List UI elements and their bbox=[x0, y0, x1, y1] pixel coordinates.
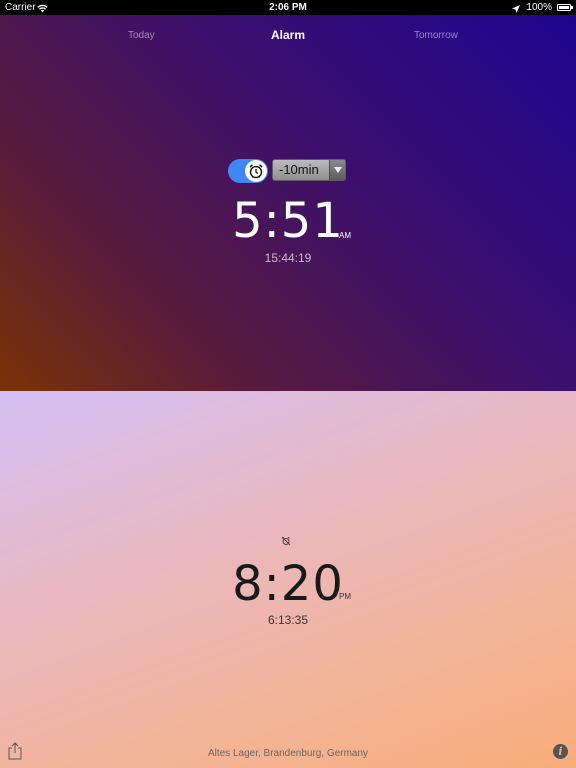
battery-percentage: 100% bbox=[526, 2, 552, 13]
alarm-off-icon bbox=[281, 533, 291, 551]
second-countdown: 6:13:35 bbox=[267, 613, 309, 627]
location-label: Altes Lager, Brandenburg, Germany bbox=[207, 748, 369, 759]
alarm-ampm: AM bbox=[339, 231, 351, 240]
offset-value: -10min bbox=[279, 162, 319, 177]
alarm-countdown: 15:44:19 bbox=[264, 251, 312, 265]
alarm-panel: Today Alarm Tomorrow -10min 5:51 AM 15:4… bbox=[0, 15, 576, 391]
status-bar: Carrier 2:06 PM 100% bbox=[0, 0, 576, 15]
tab-alarm[interactable]: Alarm bbox=[271, 28, 305, 42]
second-panel: 8:20 PM 6:13:35 Altes Lager, Brandenburg… bbox=[0, 391, 576, 768]
tab-tomorrow[interactable]: Tomorrow bbox=[414, 30, 458, 41]
tab-alarm-container: Alarm bbox=[0, 28, 576, 42]
alarm-clock-icon bbox=[245, 160, 267, 182]
second-ampm: PM bbox=[339, 592, 351, 601]
day-tabs: Today Alarm Tomorrow bbox=[0, 28, 576, 48]
alarm-time: 5:51 bbox=[232, 193, 344, 249]
alarm-toggle[interactable] bbox=[228, 159, 268, 183]
battery-icon bbox=[557, 4, 573, 11]
dropdown-arrow-icon bbox=[329, 160, 345, 180]
offset-dropdown[interactable]: -10min bbox=[272, 159, 346, 181]
info-icon[interactable]: i bbox=[553, 744, 568, 759]
second-time: 8:20 bbox=[232, 556, 344, 612]
tab-today[interactable]: Today bbox=[128, 30, 155, 41]
status-time: 2:06 PM bbox=[269, 2, 307, 13]
footer: Altes Lager, Brandenburg, Germany i bbox=[0, 738, 576, 768]
